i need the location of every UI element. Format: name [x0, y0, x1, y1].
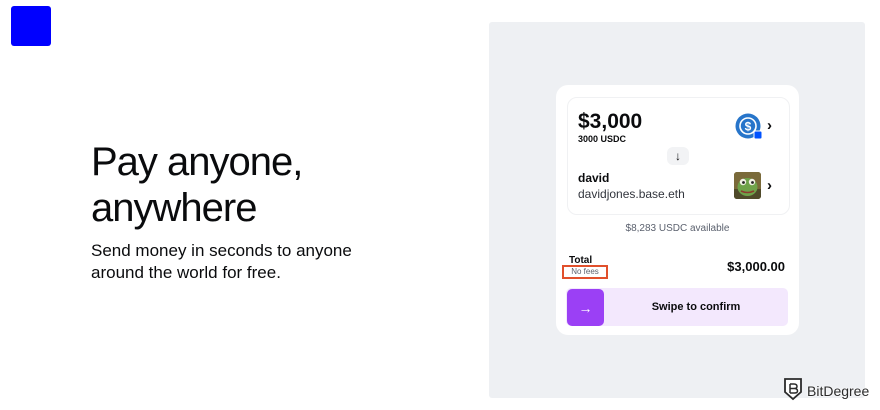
recipient-avatar[interactable]	[734, 172, 761, 199]
no-fees-label: No fees	[562, 265, 608, 279]
recipient-chevron-right-icon[interactable]: ›	[767, 177, 772, 194]
swipe-handle-arrow-right-icon[interactable]: →	[567, 289, 604, 326]
send-amount-token: 3000 USDC	[578, 134, 627, 144]
total-value: $3,000.00	[727, 259, 785, 274]
watermark-text: BitDegree	[807, 383, 870, 399]
svg-text:$: $	[745, 120, 752, 134]
token-chevron-right-icon[interactable]: ›	[767, 117, 772, 134]
watermark: BitDegree	[783, 377, 870, 406]
arrow-down-icon: ↓	[667, 147, 689, 165]
swipe-to-confirm-label: Swipe to confirm	[651, 301, 741, 313]
hero-subtitle: Send money in seconds to anyone around t…	[91, 241, 352, 282]
recipient-name: david	[578, 171, 610, 185]
recipient-address: davidjones.base.eth	[578, 187, 685, 201]
available-balance: $8,283 USDC available	[625, 223, 730, 234]
bitdegree-shield-icon	[783, 377, 803, 406]
usdc-coin-icon[interactable]: $	[735, 113, 763, 141]
brand-logo[interactable]	[11, 6, 51, 46]
hero-title: Pay anyone, anywhere	[91, 140, 303, 230]
send-amount: $3,000	[578, 110, 643, 133]
